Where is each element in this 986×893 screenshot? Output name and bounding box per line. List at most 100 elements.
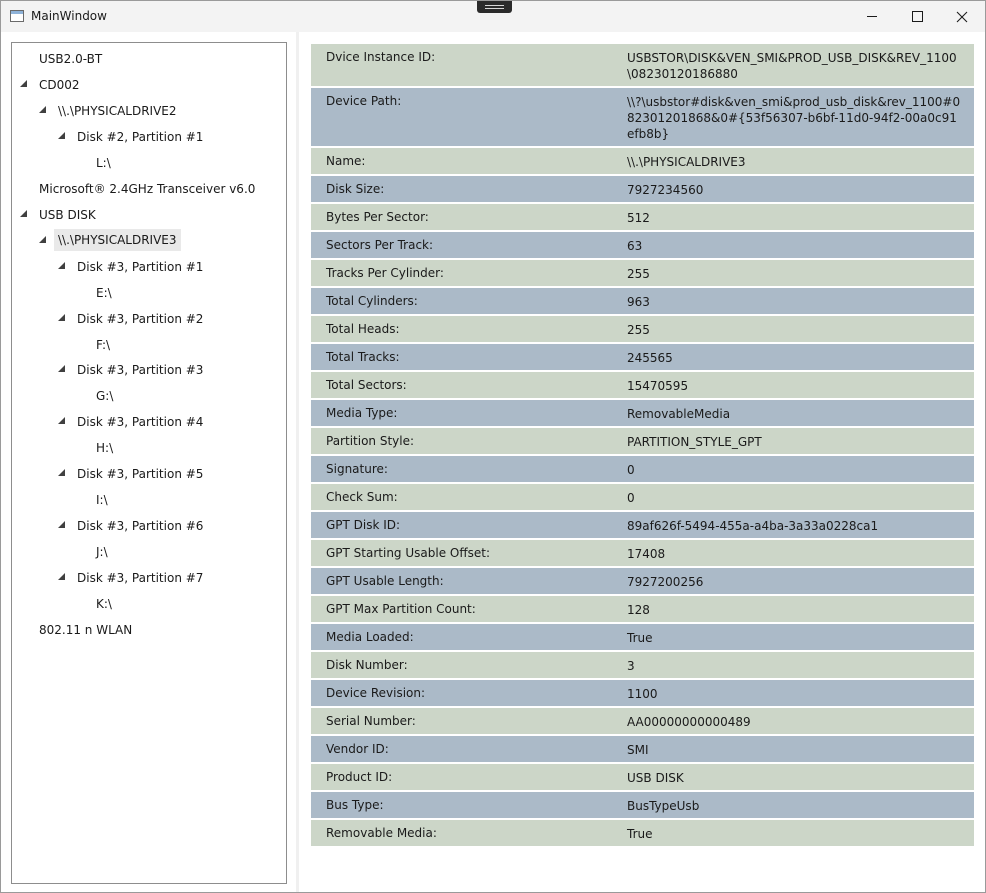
tree-item-disk3-partition7[interactable]: Disk #3, Partition #7 — [77, 567, 203, 589]
property-key: Product ID: — [326, 770, 393, 784]
property-row: Device Path: \\?\usbstor#disk&ven_smi&pro… — [311, 88, 974, 148]
tree-item-volume-f[interactable]: F:\ — [96, 334, 110, 356]
property-row: GPT Disk ID: 89af626f-5494-455a-a4ba-3a33… — [311, 512, 974, 540]
property-row: Total Tracks: 245565 — [311, 344, 974, 372]
maximize-icon — [911, 11, 923, 22]
device-properties-grid: Dvice Instance ID: USBSTOR\DISK&VEN_SMI&P… — [311, 44, 974, 848]
property-value: SMI — [627, 743, 649, 757]
expand-toggle-icon[interactable] — [19, 209, 29, 219]
expand-toggle-icon[interactable] — [38, 235, 48, 245]
tree-item-disk3-partition1[interactable]: Disk #3, Partition #1 — [77, 256, 203, 278]
property-value: 963 — [627, 295, 650, 309]
expand-toggle-icon[interactable] — [38, 105, 48, 115]
expand-toggle-icon[interactable] — [57, 364, 67, 374]
tree-item-volume-h[interactable]: H:\ — [96, 437, 113, 459]
window-title: MainWindow — [31, 9, 107, 23]
property-value: PARTITION_STYLE_GPT — [627, 435, 762, 449]
tree-item-disk3-partition3[interactable]: Disk #3, Partition #3 — [77, 359, 203, 381]
tree-item-label: Disk #3, Partition #1 — [77, 260, 204, 274]
tree-item-usb-disk[interactable]: USB DISK — [39, 204, 96, 226]
property-row: Device Revision: 1100 — [311, 680, 974, 708]
tree-item-label: E:\ — [96, 286, 112, 300]
expand-toggle-icon[interactable] — [57, 416, 67, 426]
tree-item-disk3-partition4[interactable]: Disk #3, Partition #4 — [77, 411, 203, 433]
property-key: GPT Disk ID: — [326, 518, 401, 532]
expand-toggle-icon[interactable] — [57, 313, 67, 323]
expand-toggle-icon[interactable] — [57, 520, 67, 530]
property-row: Removable Media: True — [311, 820, 974, 848]
tree-item-physicaldrive2[interactable]: \\.\PHYSICALDRIVE2 — [58, 100, 177, 122]
close-button[interactable] — [939, 1, 985, 32]
tree-item-label: J:\ — [96, 545, 108, 559]
property-row: Media Loaded: True — [311, 624, 974, 652]
expand-toggle-icon[interactable] — [19, 79, 29, 89]
tree-item-cd002[interactable]: CD002 — [39, 74, 80, 96]
property-row: Total Heads: 255 — [311, 316, 974, 344]
property-key: Vendor ID: — [326, 742, 389, 756]
tree-item-volume-e[interactable]: E:\ — [96, 282, 112, 304]
property-key: Bus Type: — [326, 798, 384, 812]
tree-item-volume-l[interactable]: L:\ — [96, 152, 111, 174]
snap-grip-icon[interactable] — [477, 1, 512, 13]
panel-splitter[interactable] — [296, 32, 299, 892]
property-key: Partition Style: — [326, 434, 415, 448]
property-key: GPT Max Partition Count: — [326, 602, 476, 616]
property-value: True — [627, 631, 653, 645]
tree-item-disk3-partition6[interactable]: Disk #3, Partition #6 — [77, 515, 203, 537]
property-value: BusTypeUsb — [627, 799, 700, 813]
property-value: USBSTOR\DISK&VEN_SMI&PROD_USB_DISK&REV_1… — [627, 51, 957, 81]
property-key: GPT Usable Length: — [326, 574, 444, 588]
property-row: Check Sum: 0 — [311, 484, 974, 512]
property-row: Tracks Per Cylinder: 255 — [311, 260, 974, 288]
property-row: Signature: 0 — [311, 456, 974, 484]
tree-item-label: Disk #3, Partition #6 — [77, 519, 204, 533]
property-value: 89af626f-5494-455a-a4ba-3a33a0228ca1 — [627, 519, 879, 533]
tree-item-volume-i[interactable]: I:\ — [96, 489, 108, 511]
property-row: Total Cylinders: 963 — [311, 288, 974, 316]
property-key: Removable Media: — [326, 826, 437, 840]
title-bar[interactable]: MainWindow — [1, 1, 985, 32]
property-row: Bytes Per Sector: 512 — [311, 204, 974, 232]
property-row: Serial Number: AA00000000000489 — [311, 708, 974, 736]
tree-item-usb2-bt[interactable]: USB2.0-BT — [39, 48, 102, 70]
property-value: 3 — [627, 659, 635, 673]
property-value: 0 — [627, 463, 635, 477]
tree-item-volume-g[interactable]: G:\ — [96, 385, 113, 407]
tree-item-physicaldrive3[interactable]: \\.\PHYSICALDRIVE3 — [54, 229, 181, 251]
property-row: Bus Type: BusTypeUsb — [311, 792, 974, 820]
property-key: Device Path: — [326, 94, 402, 108]
property-value: AA00000000000489 — [627, 715, 751, 729]
property-key: Media Loaded: — [326, 630, 414, 644]
tree-item-label: I:\ — [96, 493, 108, 507]
property-value: 0 — [627, 491, 635, 505]
tree-item-label: Disk #2, Partition #1 — [77, 130, 204, 144]
property-value: 255 — [627, 323, 650, 337]
property-key: Total Cylinders: — [326, 294, 418, 308]
tree-item-label: K:\ — [96, 597, 112, 611]
tree-item-wlan[interactable]: 802.11 n WLAN — [39, 619, 132, 641]
minimize-button[interactable] — [849, 1, 895, 32]
tree-item-label: USB2.0-BT — [39, 52, 103, 66]
property-key: Device Revision: — [326, 686, 426, 700]
tree-item-label: L:\ — [96, 156, 111, 170]
expand-toggle-icon[interactable] — [57, 131, 67, 141]
property-value: True — [627, 827, 653, 841]
tree-item-disk2-partition1[interactable]: Disk #2, Partition #1 — [77, 126, 203, 148]
property-value: 7927234560 — [627, 183, 704, 197]
tree-item-transceiver[interactable]: Microsoft® 2.4GHz Transceiver v6.0 — [39, 178, 255, 200]
tree-item-disk3-partition2[interactable]: Disk #3, Partition #2 — [77, 308, 203, 330]
property-row: Name: \\.\PHYSICALDRIVE3 — [311, 148, 974, 176]
tree-item-disk3-partition5[interactable]: Disk #3, Partition #5 — [77, 463, 203, 485]
property-key: Bytes Per Sector: — [326, 210, 429, 224]
tree-item-label: Disk #3, Partition #3 — [77, 363, 204, 377]
expand-toggle-icon[interactable] — [57, 468, 67, 478]
property-row: GPT Max Partition Count: 128 — [311, 596, 974, 624]
expand-toggle-icon[interactable] — [57, 261, 67, 271]
property-row: Disk Size: 7927234560 — [311, 176, 974, 204]
tree-item-volume-k[interactable]: K:\ — [96, 593, 112, 615]
device-tree[interactable]: USB2.0-BT CD002 \\.\PHYSICALDRIVE2 Disk … — [11, 42, 287, 884]
maximize-button[interactable] — [894, 1, 940, 32]
property-row: Partition Style: PARTITION_STYLE_GPT — [311, 428, 974, 456]
expand-toggle-icon[interactable] — [57, 572, 67, 582]
tree-item-volume-j[interactable]: J:\ — [96, 541, 108, 563]
